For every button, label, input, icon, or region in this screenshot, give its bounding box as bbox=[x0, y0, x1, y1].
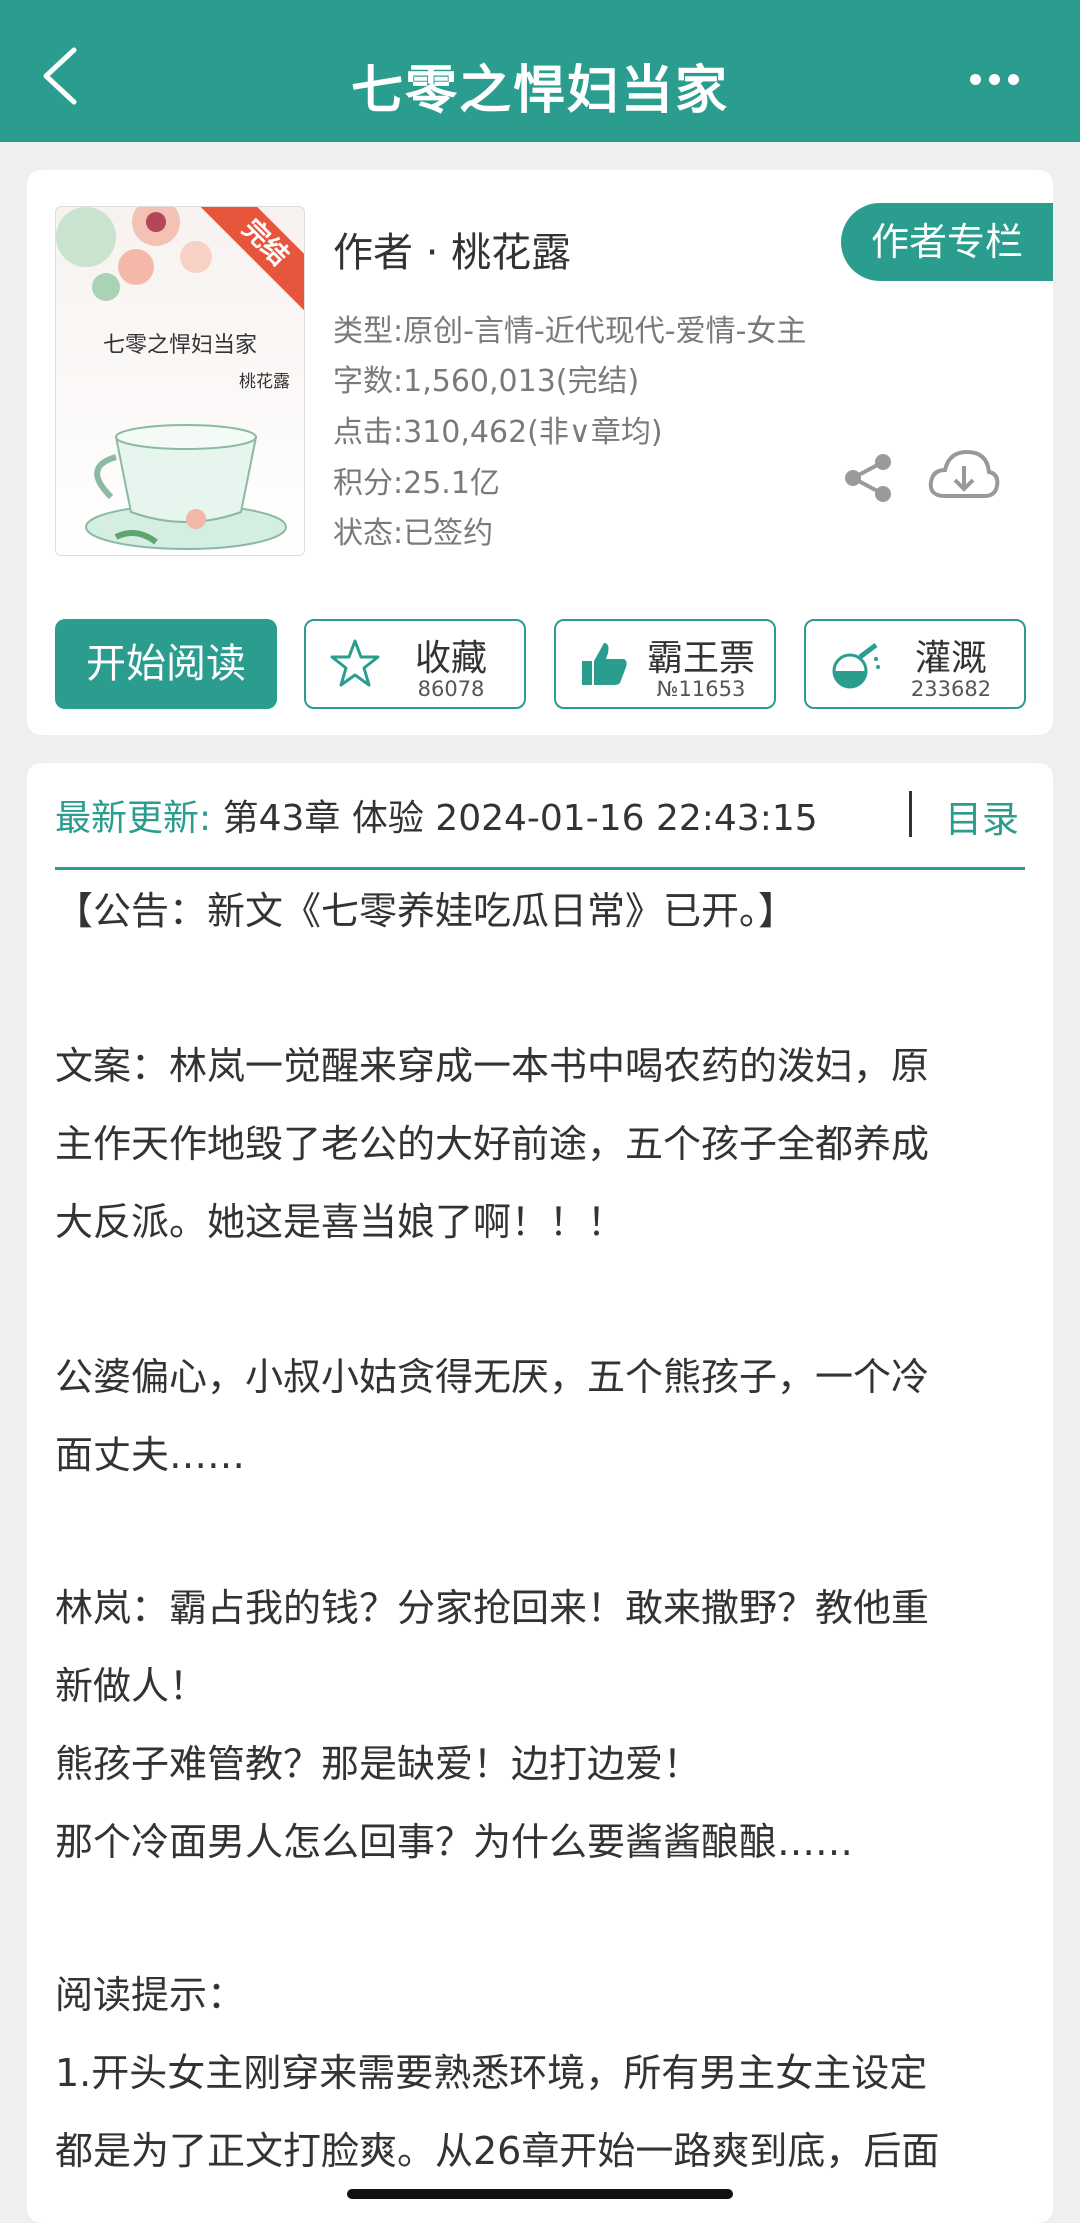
latest-update[interactable]: 最新更新: 第43章 体验 2024-01-16 22:43:15 bbox=[55, 789, 818, 841]
divider bbox=[55, 867, 1025, 870]
favorite-label: 收藏 bbox=[414, 638, 487, 679]
home-indicator[interactable] bbox=[347, 2189, 733, 2199]
ticket-count: №11653 bbox=[656, 677, 746, 701]
intro-line: 都是为了正文打脸爽。从26章开始一路爽到底，后面 bbox=[55, 2129, 940, 2173]
book-cover[interactable]: 完结 七零之悍妇当家 桃花露 bbox=[55, 206, 305, 556]
book-info-card: 完结 七零之悍妇当家 桃花露 作者 · 桃花露 作者专栏 类型:原创-言情-近代… bbox=[27, 170, 1053, 735]
cloud-download-icon[interactable] bbox=[927, 446, 1001, 506]
ticket-label: 霸王票 bbox=[646, 638, 755, 679]
intro-line: 文案：林岚一觉醒来穿成一本书中喝农药的泼妇，原 bbox=[55, 1044, 930, 1088]
water-count: 233682 bbox=[910, 677, 992, 701]
intro-line: 林岚：霸占我的钱？分家抢回来！敢来撒野？教他重 bbox=[55, 1586, 930, 1630]
intro-line: 1.开头女主刚穿来需要熟悉环境，所有男主女主设定 bbox=[55, 2051, 928, 2095]
cover-author: 桃花露 bbox=[239, 372, 290, 392]
divider bbox=[909, 791, 912, 837]
more-dots-icon[interactable] bbox=[970, 70, 1030, 90]
star-icon bbox=[330, 639, 380, 687]
meta-word-count: 字数:1,560,013(完结) bbox=[333, 364, 640, 399]
intro-line: 那个冷面男人怎么回事？为什么要酱酱酿酿…… bbox=[55, 1820, 854, 1864]
latest-update-value: 第43章 体验 2024-01-16 22:43:15 bbox=[222, 798, 818, 839]
intro-line: 阅读提示： bbox=[55, 1973, 246, 2017]
page-title: 七零之悍妇当家 bbox=[350, 61, 729, 121]
start-reading-button[interactable]: 开始阅读 bbox=[55, 619, 277, 709]
author-column-button[interactable]: 作者专栏 bbox=[841, 203, 1053, 281]
intro-line: 公婆偏心，小叔小姑贪得无厌，五个熊孩子，一个冷 bbox=[55, 1355, 930, 1399]
author-name[interactable]: 作者 · 桃花露 bbox=[333, 220, 571, 278]
meta-genre: 类型:原创-言情-近代现代-爱情-女主 bbox=[333, 314, 807, 349]
intro-line: 大反派。她这是喜当娘了啊！！！ bbox=[55, 1200, 626, 1244]
ticket-button[interactable]: 霸王票 №11653 bbox=[554, 619, 776, 709]
water-button[interactable]: 灌溉 233682 bbox=[804, 619, 1026, 709]
top-bar: 七零之悍妇当家 bbox=[0, 0, 1080, 142]
intro-line: 主作天作地毁了老公的大好前途，五个孩子全都养成 bbox=[55, 1122, 930, 1166]
latest-update-label: 最新更新: bbox=[55, 798, 212, 839]
favorite-button[interactable]: 收藏 86078 bbox=[304, 619, 526, 709]
share-icon[interactable] bbox=[841, 450, 897, 506]
intro-line: 熊孩子难管教？那是缺爱！边打边爱！ bbox=[55, 1742, 702, 1786]
meta-status: 状态:已签约 bbox=[333, 516, 494, 551]
favorite-count: 86078 bbox=[417, 677, 485, 701]
watering-flask-icon bbox=[832, 643, 880, 689]
meta-score: 积分:25.1亿 bbox=[333, 466, 500, 501]
meta-clicks: 点击:310,462(非∨章均) bbox=[333, 415, 663, 450]
cover-teacup-illustration bbox=[85, 424, 287, 550]
intro-line: 面丈夫…… bbox=[55, 1433, 246, 1477]
book-intro-card: 最新更新: 第43章 体验 2024-01-16 22:43:15 目录 【公告… bbox=[27, 763, 1053, 2223]
thumbs-up-icon bbox=[582, 643, 627, 685]
intro-line: 新做人！ bbox=[55, 1664, 208, 1708]
water-label: 灌溉 bbox=[914, 638, 987, 679]
cover-title: 七零之悍妇当家 bbox=[102, 333, 257, 358]
intro-line: 【公告：新文《七零养娃吃瓜日常》已开。】 bbox=[55, 889, 797, 933]
table-of-contents-link[interactable]: 目录 bbox=[945, 789, 1019, 843]
